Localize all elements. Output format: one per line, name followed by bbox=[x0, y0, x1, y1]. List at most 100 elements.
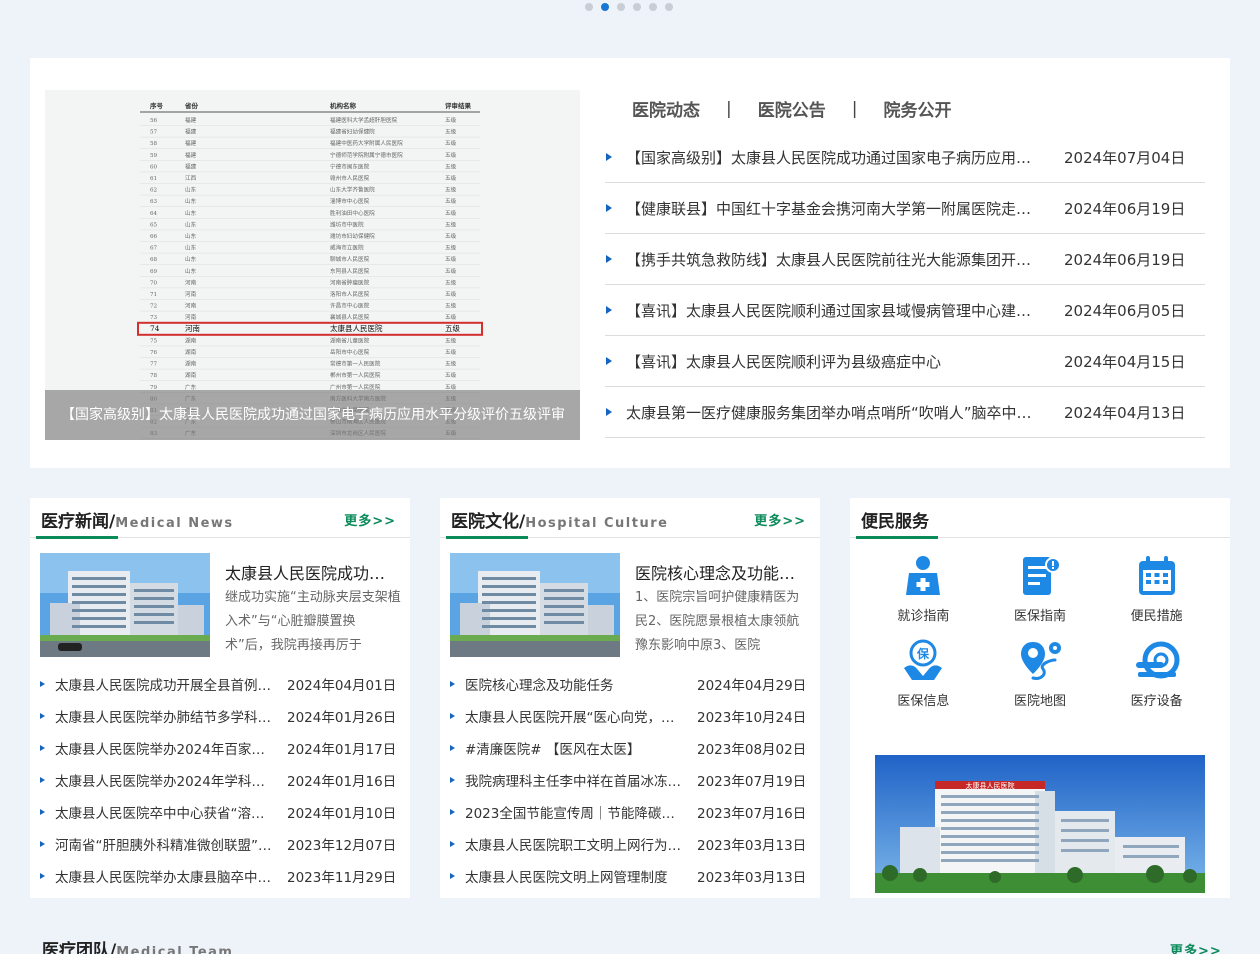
more-link[interactable]: 更多>> bbox=[1170, 940, 1222, 954]
carousel-dot[interactable] bbox=[665, 3, 673, 11]
bullet-triangle-icon bbox=[40, 681, 45, 687]
services-card: 便民服务 就诊指南 医保指南 便民措施 保 医保信息 医院地图 医疗设备 太康县… bbox=[850, 498, 1230, 898]
hospital-photo[interactable] bbox=[40, 553, 210, 657]
hero-caption[interactable]: 【国家高级别】太康县人民医院成功通过国家电子病历应用水平分级评价五级评审 bbox=[45, 390, 580, 440]
item-title[interactable]: 医院核心理念及功能任务 bbox=[465, 674, 687, 694]
item-title[interactable]: 太康县人民医院文明上网管理制度 bbox=[465, 866, 687, 886]
news-item[interactable]: 【喜讯】太康县人民医院顺利评为县级癌症中心 2024年04月15日 bbox=[605, 336, 1205, 387]
news-date: 2024年04月15日 bbox=[1064, 352, 1186, 371]
service-hospital-map[interactable]: 医院地图 bbox=[982, 638, 1099, 709]
document-cell: 五级 bbox=[445, 290, 457, 298]
news-title[interactable]: 【健康联县】中国红十字基金会携河南大学第一附属医院走进太康县 bbox=[626, 198, 1046, 219]
carousel-dot[interactable] bbox=[617, 3, 625, 11]
tab-affairs-public[interactable]: 院务公开 bbox=[883, 96, 951, 121]
news-item[interactable]: 【国家高级别】太康县人民医院成功通过国家电子病历应用水平分级评价五级评审 2024… bbox=[605, 132, 1205, 183]
list-item[interactable]: 医院核心理念及功能任务 2024年04月29日 bbox=[450, 668, 810, 700]
item-title[interactable]: 太康县人民医院举办肺结节多学科诊疗会 bbox=[55, 706, 277, 726]
item-title[interactable]: 太康县人民医院职工文明上网行为规范 bbox=[465, 834, 687, 854]
tab-hospital-news[interactable]: 医院动态 bbox=[632, 96, 700, 121]
item-date: 2023年07月19日 bbox=[697, 774, 807, 790]
news-item[interactable]: 太康县第一医疗健康服务集团举办哨点哨所“吹哨人”脑卒中培训会 2024年04月13… bbox=[605, 387, 1205, 438]
carousel-dot-active[interactable] bbox=[601, 3, 609, 11]
news-item[interactable]: 【喜讯】太康县人民医院顺利通过国家县域慢病管理中心建设验收 2024年06月05日 bbox=[605, 285, 1205, 336]
service-visit-guide[interactable]: 就诊指南 bbox=[865, 553, 982, 624]
news-title[interactable]: 【携手共筑急救防线】太康县人民医院前往光大能源集团开展急救培训 bbox=[626, 249, 1046, 270]
document-cell: 五级 bbox=[445, 371, 457, 379]
card-title: 医疗新闻/Medical News bbox=[41, 512, 234, 532]
list-item[interactable]: 河南省“肝胆胰外科精准微创联盟”成立 2023年12月07日 bbox=[40, 828, 400, 860]
list-item[interactable]: #清廉医院# 【医风在太医】 2023年08月02日 bbox=[450, 732, 810, 764]
list-item[interactable]: 太康县人民医院成功开展全县首例手术 2024年04月01日 bbox=[40, 668, 400, 700]
document-cell: 66 bbox=[150, 234, 158, 240]
service-insurance-guide[interactable]: 医保指南 bbox=[982, 553, 1099, 624]
item-title[interactable]: 河南省“肝胆胰外科精准微创联盟”成立 bbox=[55, 834, 277, 854]
more-link[interactable]: 更多>> bbox=[344, 510, 396, 529]
document-cell: 聊城市人民医院 bbox=[330, 255, 370, 263]
document-cell: 67 bbox=[150, 246, 158, 252]
document-cell: 潍坊市妇幼保健院 bbox=[330, 232, 375, 240]
list-item[interactable]: 太康县人民医院卒中中心获省“溶栓之星” 2024年01月10日 bbox=[40, 796, 400, 828]
list-item[interactable]: 2023全国节能宣传周｜节能降碳，你我同行 2023年07月16日 bbox=[450, 796, 810, 828]
item-title[interactable]: #清廉医院# 【医风在太医】 bbox=[465, 738, 687, 758]
document-cell: 59 bbox=[150, 153, 158, 159]
document-cell: 福建 bbox=[185, 162, 197, 170]
document-cell: 五级 bbox=[445, 360, 457, 368]
carousel-dot[interactable] bbox=[633, 3, 641, 11]
document-cell: 东阿县人民医院 bbox=[330, 267, 370, 275]
list-item[interactable]: 太康县人民医院举办太康县脑卒中培训 2023年11月29日 bbox=[40, 860, 400, 892]
service-equipment[interactable]: 医疗设备 bbox=[1098, 638, 1215, 709]
item-date: 2024年01月10日 bbox=[287, 806, 397, 822]
carousel-dot[interactable] bbox=[585, 3, 593, 11]
document-cell: 福建省妇幼保健院 bbox=[330, 128, 375, 136]
service-insurance-info[interactable]: 保 医保信息 bbox=[865, 638, 982, 709]
news-date: 2024年04月13日 bbox=[1064, 403, 1186, 422]
list-item[interactable]: 太康县人民医院职工文明上网行为规范 2023年03月13日 bbox=[450, 828, 810, 860]
bullet-triangle-icon bbox=[450, 681, 455, 687]
list-item[interactable]: 太康县人民医院开展“医心向党，奋进新征程”活动 2023年10月24日 bbox=[450, 700, 810, 732]
document-cell: 宁德市闽东医院 bbox=[330, 162, 370, 170]
hospital-building-banner[interactable]: 太康县人民医院 bbox=[875, 755, 1205, 893]
list-item[interactable]: 我院病理科主任李中祥在首届冰冻切片大赛获奖 2023年07月19日 bbox=[450, 764, 810, 796]
hero-slide[interactable]: 序号 省份 机构名称 评审结果 56 福建 福建医科大学孟超肝胆医院 五级 57 福建 福建省妇幼保… bbox=[45, 90, 580, 440]
document-cell: 河南 bbox=[185, 313, 197, 321]
item-date: 2024年01月16日 bbox=[287, 774, 397, 790]
news-tabs: 医院动态 | 医院公告 | 院务公开 bbox=[632, 96, 951, 122]
feature-title[interactable]: 医院核心理念及功能任务 bbox=[635, 560, 810, 584]
carousel-dot[interactable] bbox=[649, 3, 657, 11]
news-item[interactable]: 【健康联县】中国红十字基金会携河南大学第一附属医院走进太康县 2024年06月19… bbox=[605, 183, 1205, 234]
document-header-cell: 评审结果 bbox=[445, 101, 472, 110]
document-cell: 五级 bbox=[445, 348, 457, 356]
item-title[interactable]: 2023全国节能宣传周｜节能降碳，你我同行 bbox=[465, 802, 687, 822]
document-cell: 五级 bbox=[445, 278, 457, 286]
item-title[interactable]: 太康县人民医院举办2024年百家讲堂 bbox=[55, 738, 277, 758]
item-title[interactable]: 太康县人民医院举办太康县脑卒中培训 bbox=[55, 866, 277, 886]
news-title[interactable]: 【喜讯】太康县人民医院顺利评为县级癌症中心 bbox=[626, 351, 1046, 372]
document-cell: 五级 bbox=[445, 197, 457, 205]
document-cell: 山东 bbox=[185, 232, 197, 240]
document-cell: 郴州市第一人民医院 bbox=[330, 371, 381, 379]
document-cell: 68 bbox=[150, 257, 158, 263]
list-item[interactable]: 太康县人民医院举办2024年百家讲堂 2024年01月17日 bbox=[40, 732, 400, 764]
list-item[interactable]: 太康县人民医院文明上网管理制度 2023年03月13日 bbox=[450, 860, 810, 892]
news-title[interactable]: 太康县第一医疗健康服务集团举办哨点哨所“吹哨人”脑卒中培训会 bbox=[626, 402, 1046, 423]
list-item[interactable]: 太康县人民医院举办2024年学科建设会 2024年01月16日 bbox=[40, 764, 400, 796]
service-convenience[interactable]: 便民措施 bbox=[1098, 553, 1215, 624]
item-date: 2023年11月29日 bbox=[287, 870, 397, 886]
news-item[interactable]: 【携手共筑急救防线】太康县人民医院前往光大能源集团开展急救培训 2024年06月1… bbox=[605, 234, 1205, 285]
news-title[interactable]: 【国家高级别】太康县人民医院成功通过国家电子病历应用水平分级评价五级评审 bbox=[626, 147, 1046, 168]
svg-text:保: 保 bbox=[916, 646, 930, 661]
item-title[interactable]: 太康县人民医院开展“医心向党，奋进新征程”活动 bbox=[465, 706, 687, 726]
item-title[interactable]: 太康县人民医院成功开展全县首例手术 bbox=[55, 674, 277, 694]
news-title[interactable]: 【喜讯】太康县人民医院顺利通过国家县域慢病管理中心建设验收 bbox=[626, 300, 1046, 321]
item-title[interactable]: 太康县人民医院举办2024年学科建设会 bbox=[55, 770, 277, 790]
item-title[interactable]: 太康县人民医院卒中中心获省“溶栓之星” bbox=[55, 802, 277, 822]
document-cell: 常德市第一人民医院 bbox=[330, 360, 381, 368]
more-link[interactable]: 更多>> bbox=[754, 510, 806, 529]
tab-separator: | bbox=[851, 98, 858, 119]
document-cell: 湖南 bbox=[185, 348, 197, 356]
feature-title[interactable]: 太康县人民医院成功开展全县首例手术 bbox=[225, 560, 400, 584]
hospital-photo[interactable] bbox=[450, 553, 620, 657]
list-item[interactable]: 太康县人民医院举办肺结节多学科诊疗会 2024年01月26日 bbox=[40, 700, 400, 732]
item-title[interactable]: 我院病理科主任李中祥在首届冰冻切片大赛获奖 bbox=[465, 770, 687, 790]
tab-hospital-notice[interactable]: 医院公告 bbox=[758, 96, 826, 121]
